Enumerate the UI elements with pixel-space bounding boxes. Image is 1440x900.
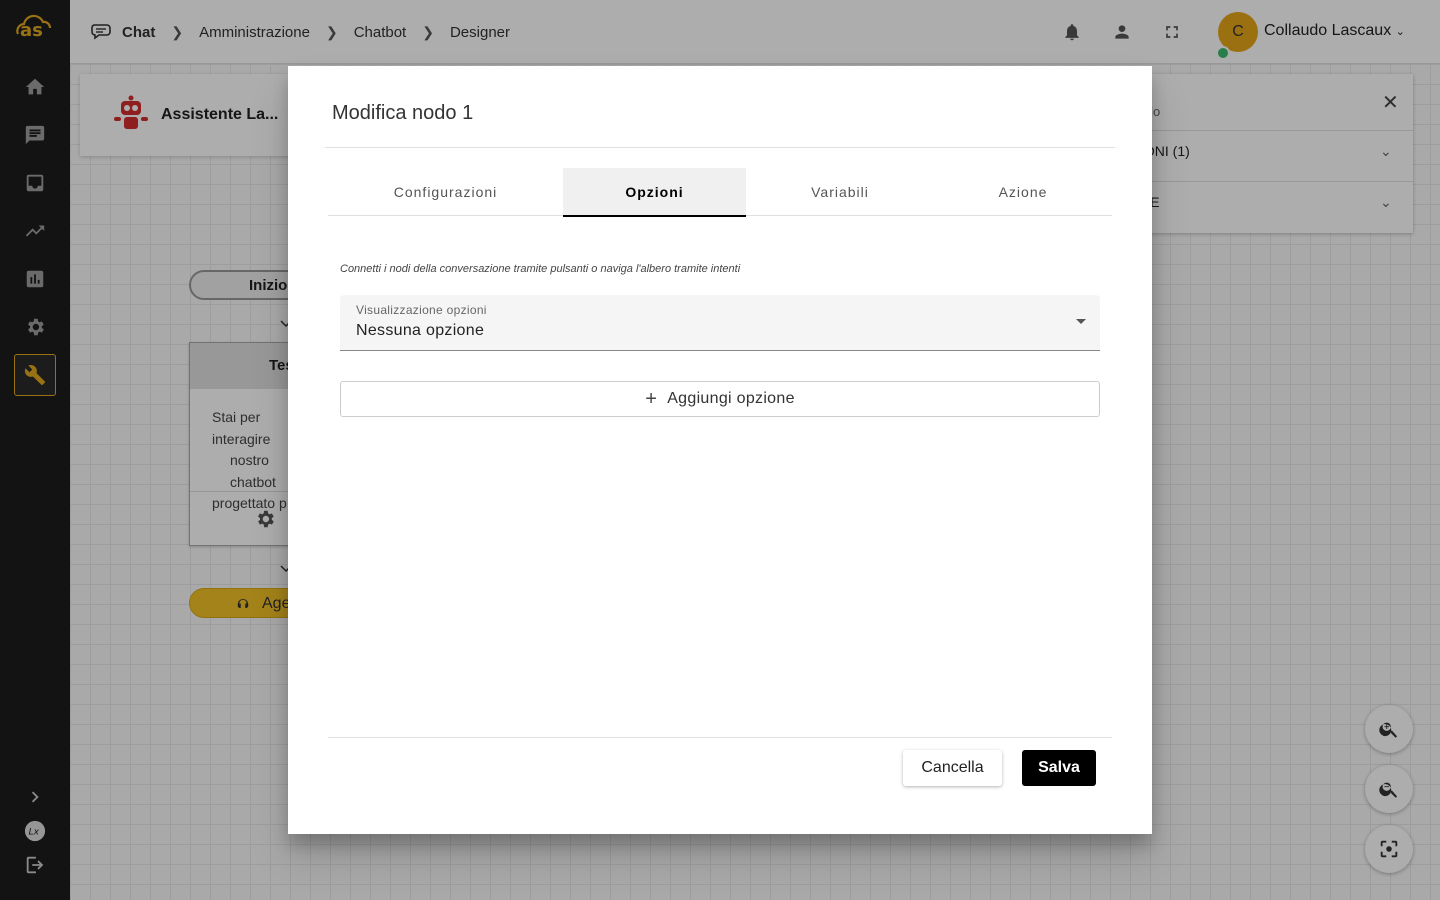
add-option-label: Aggiungi opzione bbox=[667, 390, 795, 407]
plus-icon: + bbox=[645, 387, 658, 410]
dropdown-arrow-icon bbox=[1076, 319, 1086, 324]
tab-configurazioni[interactable]: Configurazioni bbox=[328, 168, 563, 216]
save-button[interactable]: Salva bbox=[1022, 750, 1096, 786]
cancel-button[interactable]: Cancella bbox=[903, 750, 1002, 786]
add-option-button[interactable]: + Aggiungi opzione bbox=[340, 381, 1100, 417]
divider bbox=[325, 147, 1115, 148]
tab-azione[interactable]: Azione bbox=[934, 168, 1112, 216]
dialog-title: Modifica nodo 1 bbox=[332, 102, 474, 124]
tab-opzioni[interactable]: Opzioni bbox=[563, 168, 746, 217]
tab-variabili[interactable]: Variabili bbox=[746, 168, 934, 216]
edit-node-dialog: Modifica nodo 1 Configurazioni Opzioni V… bbox=[288, 66, 1152, 834]
tab-bar: Configurazioni Opzioni Variabili Azione bbox=[328, 168, 1112, 217]
select-value: Nessuna opzione bbox=[356, 322, 485, 339]
options-hint: Connetti i nodi della conversazione tram… bbox=[340, 263, 741, 275]
options-display-select[interactable]: Visualizzazione opzioni Nessuna opzione bbox=[340, 295, 1100, 351]
select-label: Visualizzazione opzioni bbox=[356, 303, 487, 317]
divider bbox=[328, 737, 1112, 738]
